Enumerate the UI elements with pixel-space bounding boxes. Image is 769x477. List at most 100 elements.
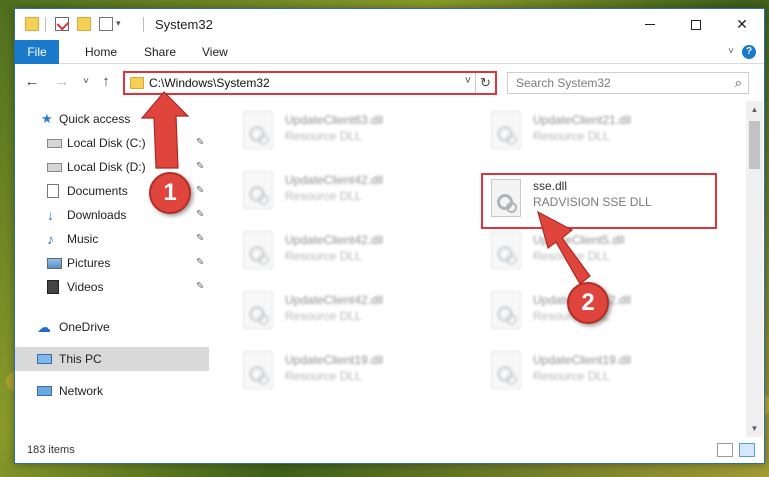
dll-file-icon [491, 179, 521, 217]
address-text[interactable]: C:\Windows\System32 [149, 76, 270, 90]
network-icon [37, 386, 52, 396]
file-item[interactable]: UpdateClient63.dll Resource DLL [233, 105, 473, 161]
sidebar-item-label: Network [59, 384, 104, 398]
customize-toolbar-icon[interactable] [99, 17, 113, 31]
file-description: Resource DLL [285, 369, 362, 383]
search-placeholder: Search System32 [516, 76, 611, 90]
sidebar-item-label: Documents [67, 184, 128, 198]
tab-home[interactable]: Home [73, 40, 129, 64]
file-item[interactable]: UpdateClient5.dll Resource DLL [481, 225, 721, 281]
sidebar-item-label: Downloads [67, 208, 127, 222]
tab-share[interactable]: Share [132, 40, 188, 64]
dll-file-icon [243, 111, 273, 149]
scroll-thumb[interactable] [749, 121, 760, 169]
sidebar-item-local-disk-c[interactable]: Local Disk (C:) ✎ [15, 131, 209, 155]
file-name: UpdateClient42.dll [285, 233, 384, 247]
file-description: RADVISION SSE DLL [533, 195, 652, 209]
folder-icon[interactable] [25, 17, 39, 31]
scroll-up-icon[interactable]: ▲ [746, 101, 763, 118]
sidebar-item-music[interactable]: ♪ Music ✎ [15, 227, 209, 251]
search-icon[interactable]: ⌕ [735, 75, 742, 91]
pin-icon[interactable]: ✎ [196, 227, 204, 251]
folder-icon [130, 77, 144, 89]
address-dropdown-icon[interactable]: ˅ [465, 75, 471, 87]
pin-icon[interactable]: ✎ [196, 251, 204, 275]
star-icon: ★ [41, 111, 53, 126]
vertical-scrollbar[interactable]: ▲ ▼ [746, 101, 763, 437]
pin-icon[interactable]: ✎ [196, 131, 204, 155]
refresh-button[interactable]: ↻ [475, 73, 495, 93]
navigation-bar: ← → ˅ ↑ C:\Windows\System32 ˅ ↻ Search S… [15, 65, 764, 101]
details-view-button[interactable] [717, 443, 733, 457]
minimize-icon [645, 24, 655, 25]
sidebar-item-label: Local Disk (C:) [67, 136, 146, 150]
maximize-button[interactable] [673, 9, 719, 40]
step-1-badge: 1 [149, 172, 191, 214]
properties-icon[interactable] [55, 17, 69, 31]
sidebar-item-this-pc[interactable]: This PC [15, 347, 209, 371]
sidebar-item-label: Local Disk (D:) [67, 160, 146, 174]
sidebar-item-network[interactable]: Network [15, 379, 209, 403]
onedrive-icon: ☁ [37, 319, 51, 335]
sidebar-item-label: Videos [67, 280, 104, 294]
help-icon[interactable]: ? [742, 45, 756, 59]
file-item[interactable]: UpdateClient19.dll Resource DLL [233, 345, 473, 401]
downloads-icon: ↓ [47, 207, 54, 223]
file-description: Resource DLL [285, 129, 362, 143]
dll-file-icon [243, 291, 273, 329]
sidebar-item-pictures[interactable]: Pictures ✎ [15, 251, 209, 275]
minimize-button[interactable] [627, 9, 673, 40]
sse-dll-file-item[interactable]: sse.dll RADVISION SSE DLL [481, 171, 721, 227]
expand-ribbon-icon[interactable]: ˅ [728, 46, 734, 57]
tiles-view-button[interactable] [739, 443, 755, 457]
address-bar[interactable]: C:\Windows\System32 ˅ ↻ [123, 71, 497, 95]
file-name: UpdateClient5.dll [533, 233, 625, 247]
pin-icon[interactable]: ✎ [196, 179, 204, 203]
pin-icon[interactable]: ✎ [196, 275, 204, 299]
pictures-icon [47, 258, 62, 269]
sidebar-item-label: Quick access [59, 112, 131, 126]
file-name: UpdateClient19.dll [285, 353, 384, 367]
sidebar-item-quick-access[interactable]: ★ Quick access [15, 107, 209, 131]
step-2-badge: 2 [567, 282, 609, 324]
navigation-pane: ★ Quick access Local Disk (C:) ✎ Local D… [15, 101, 209, 437]
file-item[interactable]: UpdateClient19.dll Resource DLL [481, 345, 721, 401]
recent-locations-button[interactable]: ˅ [77, 73, 95, 91]
file-name: UpdateClient21.dll [533, 113, 632, 127]
new-folder-icon[interactable] [77, 17, 91, 31]
search-input[interactable]: Search System32 ⌕ [507, 72, 749, 94]
file-item[interactable]: UpdateClient21.dll Resource DLL [481, 105, 721, 161]
ribbon-tabs: File Home Share View ˅ ? [15, 40, 764, 64]
tab-view[interactable]: View [190, 40, 240, 64]
up-button[interactable]: ↑ [97, 73, 115, 91]
close-button[interactable]: ✕ [719, 9, 765, 40]
file-description: Resource DLL [285, 189, 362, 203]
sidebar-item-label: OneDrive [59, 320, 110, 334]
file-item[interactable]: UpdateClient42.dll Resource DLL [233, 285, 473, 341]
music-icon: ♪ [47, 231, 54, 247]
drive-icon [47, 139, 62, 148]
back-button[interactable]: ← [23, 73, 41, 91]
title-bar: ▾ System32 ✕ [15, 9, 764, 40]
dll-file-icon [491, 111, 521, 149]
file-description: Resource DLL [285, 249, 362, 263]
forward-button[interactable]: → [53, 73, 71, 91]
sidebar-item-videos[interactable]: Videos ✎ [15, 275, 209, 299]
divider [143, 17, 144, 32]
sidebar-item-label: Pictures [67, 256, 111, 270]
dll-file-icon [491, 351, 521, 389]
file-description: Resource DLL [533, 369, 610, 383]
quick-access-dropdown-icon[interactable]: ▾ [116, 18, 121, 29]
tab-file[interactable]: File [15, 40, 59, 64]
pin-icon[interactable]: ✎ [196, 155, 204, 179]
pin-icon[interactable]: ✎ [196, 203, 204, 227]
dll-file-icon [243, 231, 273, 269]
scroll-down-icon[interactable]: ▼ [746, 420, 763, 437]
videos-icon [47, 280, 59, 294]
file-description: Resource DLL [533, 129, 610, 143]
file-item[interactable]: UpdateClient42.dll Resource DLL [233, 225, 473, 281]
file-list: UpdateClient63.dll Resource DLL UpdateCl… [211, 101, 745, 437]
sidebar-item-onedrive[interactable]: ☁ OneDrive [15, 315, 209, 339]
file-item[interactable]: UpdateClient42.dll Resource DLL [233, 165, 473, 221]
divider [45, 17, 46, 32]
